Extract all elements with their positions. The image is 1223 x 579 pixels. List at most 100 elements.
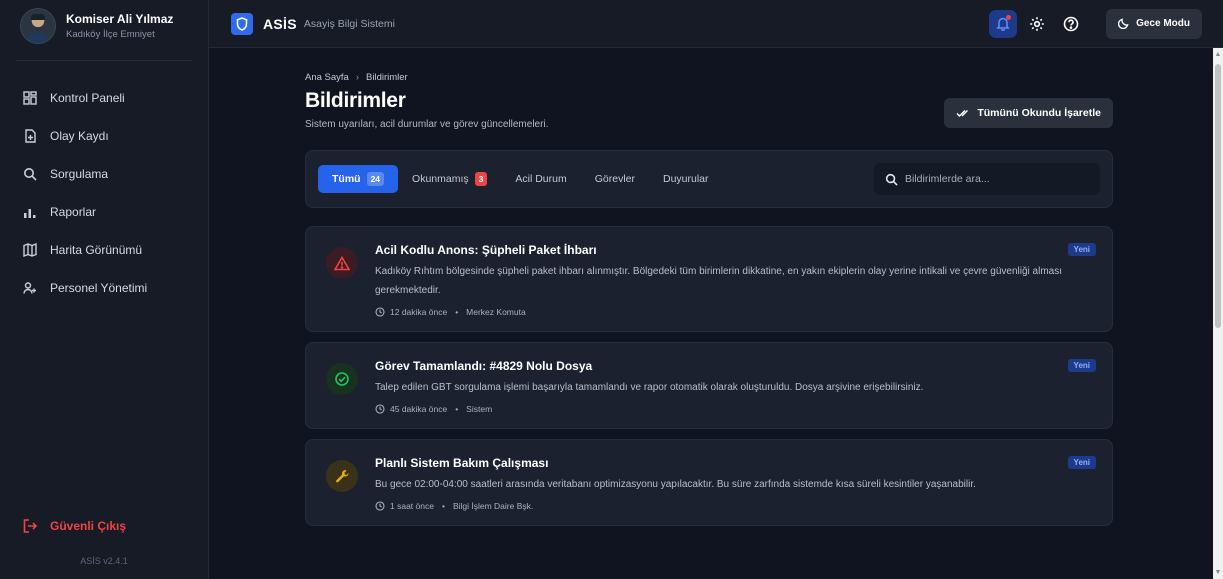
- notification-card[interactable]: Planlı Sistem Bakım Çalışması Yeni Bu ge…: [305, 439, 1113, 526]
- clock-icon: [375, 307, 385, 317]
- sidebar-item-label: Personel Yönetimi: [50, 281, 148, 295]
- topbar: ASİS Asayiş Bilgi Sistemi Gece Modu: [209, 0, 1223, 48]
- search-box[interactable]: [874, 163, 1100, 195]
- new-badge: Yeni: [1067, 359, 1096, 372]
- notification-source: Merkez Komuta: [466, 307, 526, 317]
- avatar: [20, 8, 56, 44]
- tab-tumu[interactable]: Tümü 24: [318, 165, 399, 193]
- alert-triangle-icon: [326, 247, 358, 279]
- brand-subtitle: Asayiş Bilgi Sistemi: [303, 17, 395, 30]
- sidebar-item-personel-yonetimi[interactable]: Personel Yönetimi: [0, 269, 208, 307]
- logout-icon: [22, 518, 38, 534]
- file-plus-icon: [22, 128, 38, 144]
- vertical-scrollbar[interactable]: ▲ ▼: [1213, 48, 1223, 579]
- sidebar-item-harita-gorunumu[interactable]: Harita Görünümü: [0, 231, 208, 269]
- tab-acil-durum[interactable]: Acil Durum: [501, 165, 580, 193]
- notification-body: Görev Tamamlandı: #4829 Nolu Dosya Yeni …: [375, 359, 1096, 414]
- tab-label: Görevler: [594, 173, 635, 185]
- notification-dot: [1006, 14, 1012, 20]
- clock-icon: [375, 501, 385, 511]
- page-title: Bildirimler: [305, 89, 406, 112]
- breadcrumb-home[interactable]: Ana Sayfa: [305, 72, 349, 83]
- app-version: ASİS v2.4.1: [80, 556, 128, 566]
- content-scroll-area[interactable]: Ana Sayfa › Bildirimler Bildirimler Sist…: [209, 48, 1223, 579]
- map-icon: [22, 242, 38, 258]
- sidebar-divider: [16, 60, 192, 61]
- user-name: Komiser Ali Yılmaz: [66, 12, 174, 26]
- main-area: ASİS Asayiş Bilgi Sistemi Gece Modu Ana …: [209, 0, 1223, 579]
- notification-body: Acil Kodlu Anons: Şüpheli Paket İhbarı Y…: [375, 243, 1096, 317]
- tab-okunmamis[interactable]: Okunmamış 3: [398, 165, 501, 193]
- night-mode-button[interactable]: Gece Modu: [1106, 8, 1202, 39]
- shield-icon: [231, 12, 253, 35]
- notifications-button[interactable]: [989, 9, 1018, 38]
- search-icon: [885, 173, 898, 186]
- wrench-icon: [326, 460, 358, 492]
- user-unit: Kadıköy İlçe Emniyet: [66, 29, 155, 40]
- notification-card[interactable]: Acil Kodlu Anons: Şüpheli Paket İhbarı Y…: [305, 226, 1113, 332]
- search-input[interactable]: [905, 173, 1085, 185]
- unread-count-badge: 3: [474, 172, 488, 186]
- sidebar-item-olay-kaydi[interactable]: Olay Kaydı: [0, 117, 208, 155]
- sidebar-item-label: Olay Kaydı: [50, 129, 109, 143]
- sidebar-nav: Kontrol Paneli Olay Kaydı Sorgulama Rapo…: [0, 79, 208, 307]
- tab-gorevler[interactable]: Görevler: [581, 165, 649, 193]
- notification-time: 1 saat önce: [390, 501, 434, 511]
- notification-time: 12 dakika önce: [390, 307, 448, 317]
- user-profile[interactable]: Komiser Ali Yılmaz Kadıköy İlçe Emniyet: [0, 0, 208, 52]
- sidebar: Komiser Ali Yılmaz Kadıköy İlçe Emniyet …: [0, 0, 209, 579]
- scroll-down-arrow[interactable]: ▼: [1214, 569, 1222, 577]
- page-subtitle: Sistem uyarıları, acil durumlar ve görev…: [305, 119, 549, 130]
- notification-text: Bu gece 02:00-04:00 saatleri arasında ve…: [375, 479, 976, 490]
- mark-all-read-label: Tümünü Okundu İşaretle: [977, 107, 1101, 119]
- scroll-up-arrow[interactable]: ▲: [1214, 51, 1222, 59]
- notification-body: Planlı Sistem Bakım Çalışması Yeni Bu ge…: [375, 456, 1096, 511]
- sidebar-item-label: Harita Görünümü: [50, 243, 143, 257]
- sidebar-item-label: Sorgulama: [50, 167, 109, 181]
- logout-label: Güvenli Çıkış: [50, 519, 127, 533]
- tab-count-badge: 24: [366, 172, 385, 186]
- notification-time: 45 dakika önce: [390, 404, 448, 414]
- check-circle-icon: [326, 363, 358, 395]
- night-mode-label: Gece Modu: [1136, 18, 1190, 29]
- gear-icon: [1030, 16, 1044, 31]
- meta-separator: •: [455, 307, 459, 317]
- brand-name: ASİS: [263, 15, 297, 32]
- sidebar-item-sorgulama[interactable]: Sorgulama: [0, 155, 208, 193]
- scroll-thumb[interactable]: [1215, 64, 1221, 328]
- meta-separator: •: [455, 404, 459, 414]
- tab-duyurular[interactable]: Duyurular: [649, 165, 723, 193]
- notification-text: Kadıköy Rıhtım bölgesinde şüpheli paket …: [375, 266, 1063, 296]
- notification-meta: 1 saat önce • Bilgi İşlem Daire Bşk.: [375, 501, 1096, 511]
- notification-title: Acil Kodlu Anons: Şüpheli Paket İhbarı: [375, 243, 597, 257]
- tab-label: Duyurular: [663, 173, 709, 185]
- breadcrumb-separator: ›: [355, 72, 360, 83]
- settings-button[interactable]: [1023, 10, 1051, 38]
- breadcrumb: Ana Sayfa › Bildirimler: [305, 72, 1113, 83]
- notification-title: Görev Tamamlandı: #4829 Nolu Dosya: [375, 359, 593, 373]
- sidebar-item-kontrol-paneli[interactable]: Kontrol Paneli: [0, 79, 208, 117]
- sidebar-item-label: Kontrol Paneli: [50, 91, 125, 105]
- clock-icon: [375, 404, 385, 414]
- search-icon: [22, 166, 38, 182]
- new-badge: Yeni: [1067, 456, 1096, 469]
- notification-meta: 12 dakika önce • Merkez Komuta: [375, 307, 1096, 317]
- double-check-icon: [956, 109, 969, 118]
- sidebar-item-raporlar[interactable]: Raporlar: [0, 193, 208, 231]
- notification-meta: 45 dakika önce • Sistem: [375, 404, 1096, 414]
- notification-text: Talep edilen GBT sorgulama işlemi başarı…: [375, 382, 924, 393]
- users-icon: [22, 280, 38, 296]
- notification-title: Planlı Sistem Bakım Çalışması: [375, 456, 549, 470]
- bar-chart-icon: [22, 204, 38, 220]
- notification-source: Sistem: [466, 404, 493, 414]
- notification-source: Bilgi İşlem Daire Bşk.: [452, 501, 534, 511]
- page-header: Bildirimler Sistem uyarıları, acil durum…: [305, 89, 1113, 130]
- help-button[interactable]: [1057, 10, 1085, 38]
- filter-bar: Tümü 24 Okunmamış 3 Acil Durum Görevler: [305, 150, 1113, 208]
- moon-icon: [1118, 18, 1129, 29]
- logout-button[interactable]: Güvenli Çıkış: [0, 512, 208, 540]
- help-icon: [1063, 16, 1079, 31]
- app-root: Komiser Ali Yılmaz Kadıköy İlçe Emniyet …: [0, 0, 1223, 579]
- notification-card[interactable]: Görev Tamamlandı: #4829 Nolu Dosya Yeni …: [305, 342, 1113, 429]
- mark-all-read-button[interactable]: Tümünü Okundu İşaretle: [944, 98, 1113, 128]
